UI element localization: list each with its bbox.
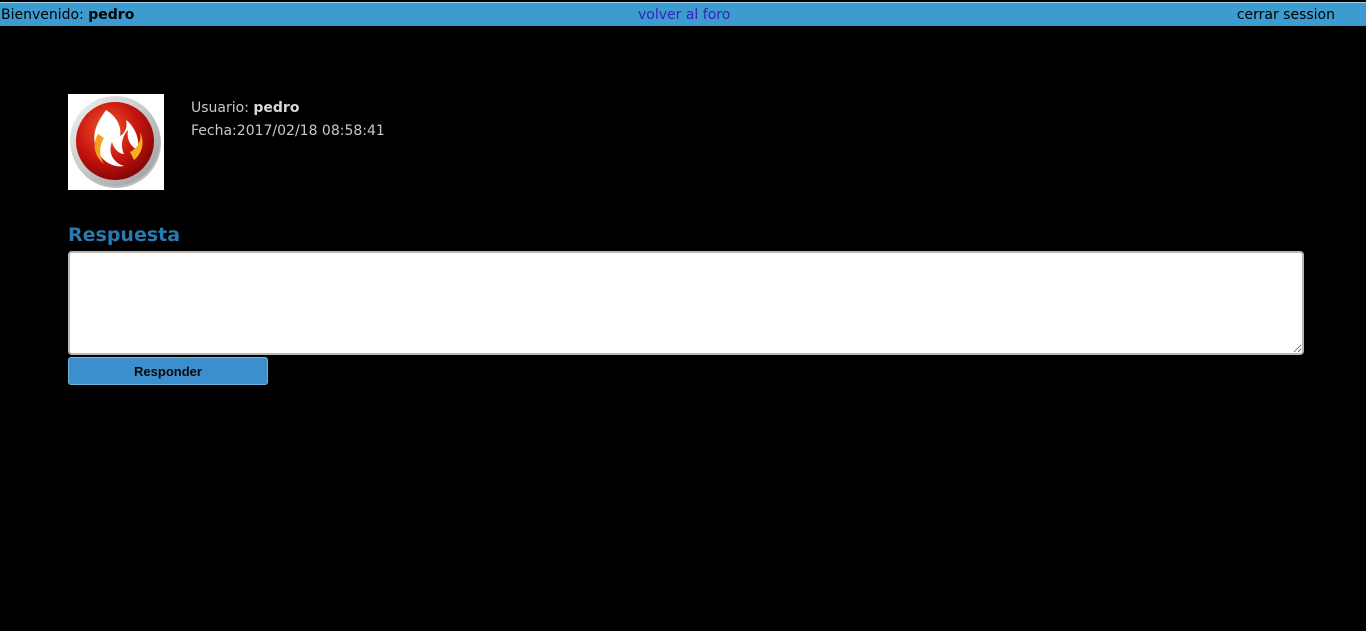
- date-label: Fecha:: [191, 123, 237, 139]
- reply-title: Respuesta: [68, 224, 181, 246]
- post-user: Usuario: pedro: [191, 97, 385, 120]
- top-bar: Bienvenido: pedro volver al foro cerrar …: [0, 2, 1366, 26]
- user-label: Usuario:: [191, 100, 249, 116]
- post-meta: Usuario: pedro Fecha:2017/02/18 08:58:41: [191, 97, 385, 143]
- post-date: Fecha:2017/02/18 08:58:41: [191, 120, 385, 143]
- post-username: pedro: [253, 100, 300, 116]
- logout-link[interactable]: cerrar session: [1237, 7, 1335, 23]
- welcome-text: Bienvenido: pedro: [1, 7, 134, 23]
- reply-textarea[interactable]: [68, 251, 1304, 355]
- reply-button[interactable]: Responder: [68, 357, 268, 385]
- welcome-username: pedro: [88, 7, 135, 23]
- welcome-label: Bienvenido:: [1, 7, 84, 23]
- fire-logo-icon: [70, 96, 161, 188]
- date-value: 2017/02/18 08:58:41: [236, 123, 385, 139]
- avatar: [68, 94, 164, 190]
- back-to-forum-link[interactable]: volver al foro: [638, 7, 730, 23]
